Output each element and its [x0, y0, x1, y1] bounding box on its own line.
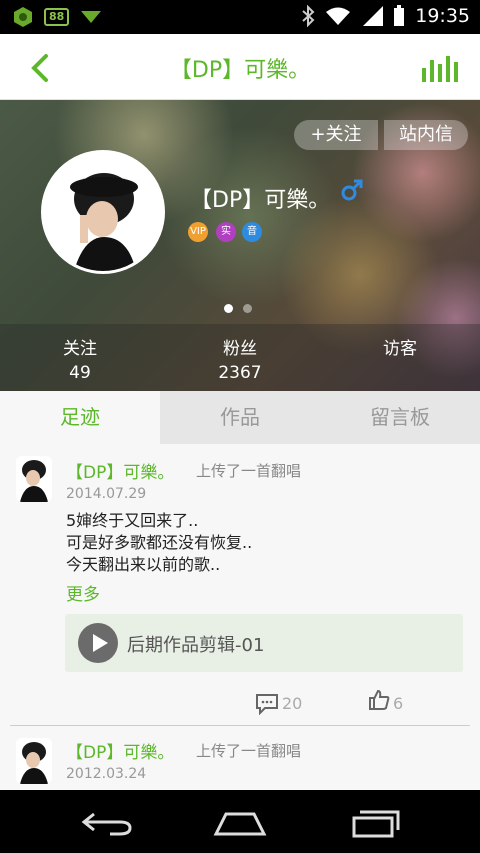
stat-label: 关注 — [63, 339, 97, 359]
wifi-icon — [326, 7, 351, 25]
battery-level-badge: 88 — [44, 8, 70, 26]
nav-home-icon[interactable] — [212, 808, 268, 838]
post-date: 2012.03.24 — [66, 766, 147, 782]
more-link[interactable]: 更多 — [66, 580, 100, 605]
post-action: 上传了一首翻唱 — [196, 742, 302, 760]
divider — [10, 725, 470, 726]
private-message-button[interactable]: 站内信 — [384, 120, 468, 150]
post-text-line: 5婶终于又回来了.. — [66, 511, 199, 530]
tab-footprints[interactable]: 足迹 — [0, 391, 160, 444]
system-navigation-bar — [0, 790, 480, 853]
stat-label: 粉丝 — [223, 339, 257, 359]
stat-value: 49 — [69, 363, 91, 383]
comment-icon[interactable] — [255, 693, 279, 715]
stat-label: 访客 — [383, 339, 417, 359]
post-author[interactable]: 【DP】可樂。 — [66, 458, 174, 483]
carousel-indicator — [224, 304, 252, 313]
thumbs-up-icon[interactable] — [368, 689, 390, 711]
post-text-line: 可是好多歌都还没有恢复.. — [66, 533, 253, 552]
signal-icon — [363, 6, 384, 26]
post-text: 5婶终于又回来了.. 可是好多歌都还没有恢复.. 今天翻出来以前的歌.. — [66, 510, 252, 576]
song-card[interactable]: 后期作品剪辑-01 — [65, 614, 463, 672]
avatar[interactable] — [16, 456, 52, 502]
nav-recents-icon[interactable] — [346, 808, 402, 838]
vip-badge: VIP — [188, 222, 208, 242]
post-date: 2014.07.29 — [66, 486, 147, 502]
app-notification-icon — [14, 7, 32, 27]
comment-count: 20 — [282, 694, 303, 713]
play-icon[interactable] — [77, 622, 119, 664]
profile-banner: +关注 站内信 【DP】可樂。 VIP 实 音 关注 49 粉丝 2367 访客 — [0, 100, 480, 391]
nav-back-icon[interactable] — [80, 808, 136, 838]
profile-avatar[interactable] — [41, 150, 165, 274]
download-arrow-icon — [81, 11, 102, 23]
profile-tabs: 足迹 作品 留言板 — [0, 391, 480, 444]
chart-bars-icon[interactable] — [420, 52, 460, 84]
stat-visitors[interactable]: 访客 — [320, 324, 480, 391]
verified-badge: 实 — [216, 222, 236, 242]
status-bar: 88 19:35 — [0, 0, 480, 34]
follow-button[interactable]: +关注 — [294, 120, 378, 150]
profile-name: 【DP】可樂。 — [190, 188, 331, 213]
male-gender-icon — [341, 179, 363, 201]
carousel-dot-active — [224, 304, 233, 313]
song-title: 后期作品剪辑-01 — [127, 635, 265, 656]
activity-feed: 【DP】可樂。 上传了一首翻唱 2014.07.29 5婶终于又回来了.. 可是… — [0, 444, 480, 790]
bluetooth-icon — [302, 5, 315, 27]
music-badge: 音 — [242, 222, 262, 242]
battery-icon — [394, 5, 405, 26]
carousel-dot — [243, 304, 252, 313]
tab-message-board[interactable]: 留言板 — [320, 391, 480, 444]
like-count: 6 — [393, 694, 404, 713]
post-text-line: 今天翻出来以前的歌.. — [66, 555, 221, 574]
clock: 19:35 — [415, 5, 470, 27]
avatar[interactable] — [16, 738, 52, 784]
stat-following[interactable]: 关注 49 — [0, 324, 160, 391]
stat-value: 2367 — [218, 363, 262, 383]
app-header: 【DP】可樂。 — [0, 34, 480, 100]
stat-followers[interactable]: 粉丝 2367 — [160, 324, 320, 391]
tab-works[interactable]: 作品 — [160, 391, 320, 444]
post-author[interactable]: 【DP】可樂。 — [66, 738, 174, 763]
profile-stats: 关注 49 粉丝 2367 访客 — [0, 324, 480, 391]
page-title: 【DP】可樂。 — [169, 58, 311, 83]
post-action: 上传了一首翻唱 — [196, 462, 302, 480]
